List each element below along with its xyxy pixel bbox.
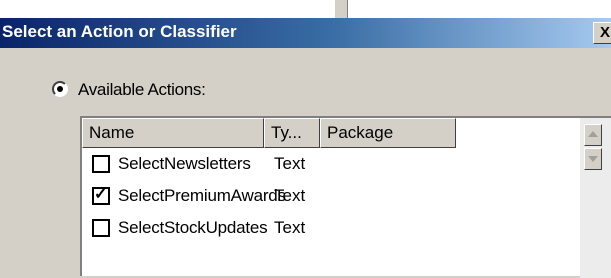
list-item[interactable]: SelectNewsletters Text <box>82 148 562 180</box>
row-checkbox[interactable] <box>92 155 110 173</box>
background-window-strip <box>0 0 611 18</box>
actions-list[interactable]: Name Ty... Package SelectNewsletters Tex… <box>80 116 611 278</box>
scroll-up-button[interactable] <box>584 124 602 146</box>
column-header-type[interactable]: Ty... <box>264 118 320 148</box>
action-type: Text <box>274 186 306 205</box>
action-type: Text <box>274 218 306 237</box>
checkmark-icon: ✓ <box>94 186 108 203</box>
list-item[interactable]: SelectStockUpdates Text <box>82 212 562 244</box>
action-type: Text <box>274 154 306 173</box>
row-checkbox[interactable]: ✓ <box>92 186 110 205</box>
close-icon: X <box>600 24 611 41</box>
action-name: SelectPremiumAwards <box>118 186 286 205</box>
dialog-title: Select an Action or Classifier <box>2 22 237 41</box>
column-header-package[interactable]: Package <box>320 118 456 148</box>
available-actions-label[interactable]: Available Actions: <box>78 80 206 100</box>
vertical-scrollbar[interactable] <box>580 118 611 278</box>
row-checkbox[interactable] <box>92 219 110 237</box>
column-header-name[interactable]: Name <box>82 118 264 148</box>
radio-selected-icon[interactable] <box>52 81 68 97</box>
action-name: SelectNewsletters <box>118 154 251 173</box>
list-header: Name Ty... Package <box>82 118 582 148</box>
close-button[interactable]: X <box>593 22 611 44</box>
arrow-up-icon <box>588 131 598 137</box>
action-name: SelectStockUpdates <box>118 218 268 237</box>
arrow-down-icon <box>588 156 598 162</box>
scroll-down-button[interactable] <box>584 148 602 170</box>
list-item[interactable]: ✓ SelectPremiumAwards Text <box>82 180 562 212</box>
background-window-edge <box>334 0 348 18</box>
dialog-titlebar[interactable]: Select an Action or Classifier X <box>0 18 611 48</box>
